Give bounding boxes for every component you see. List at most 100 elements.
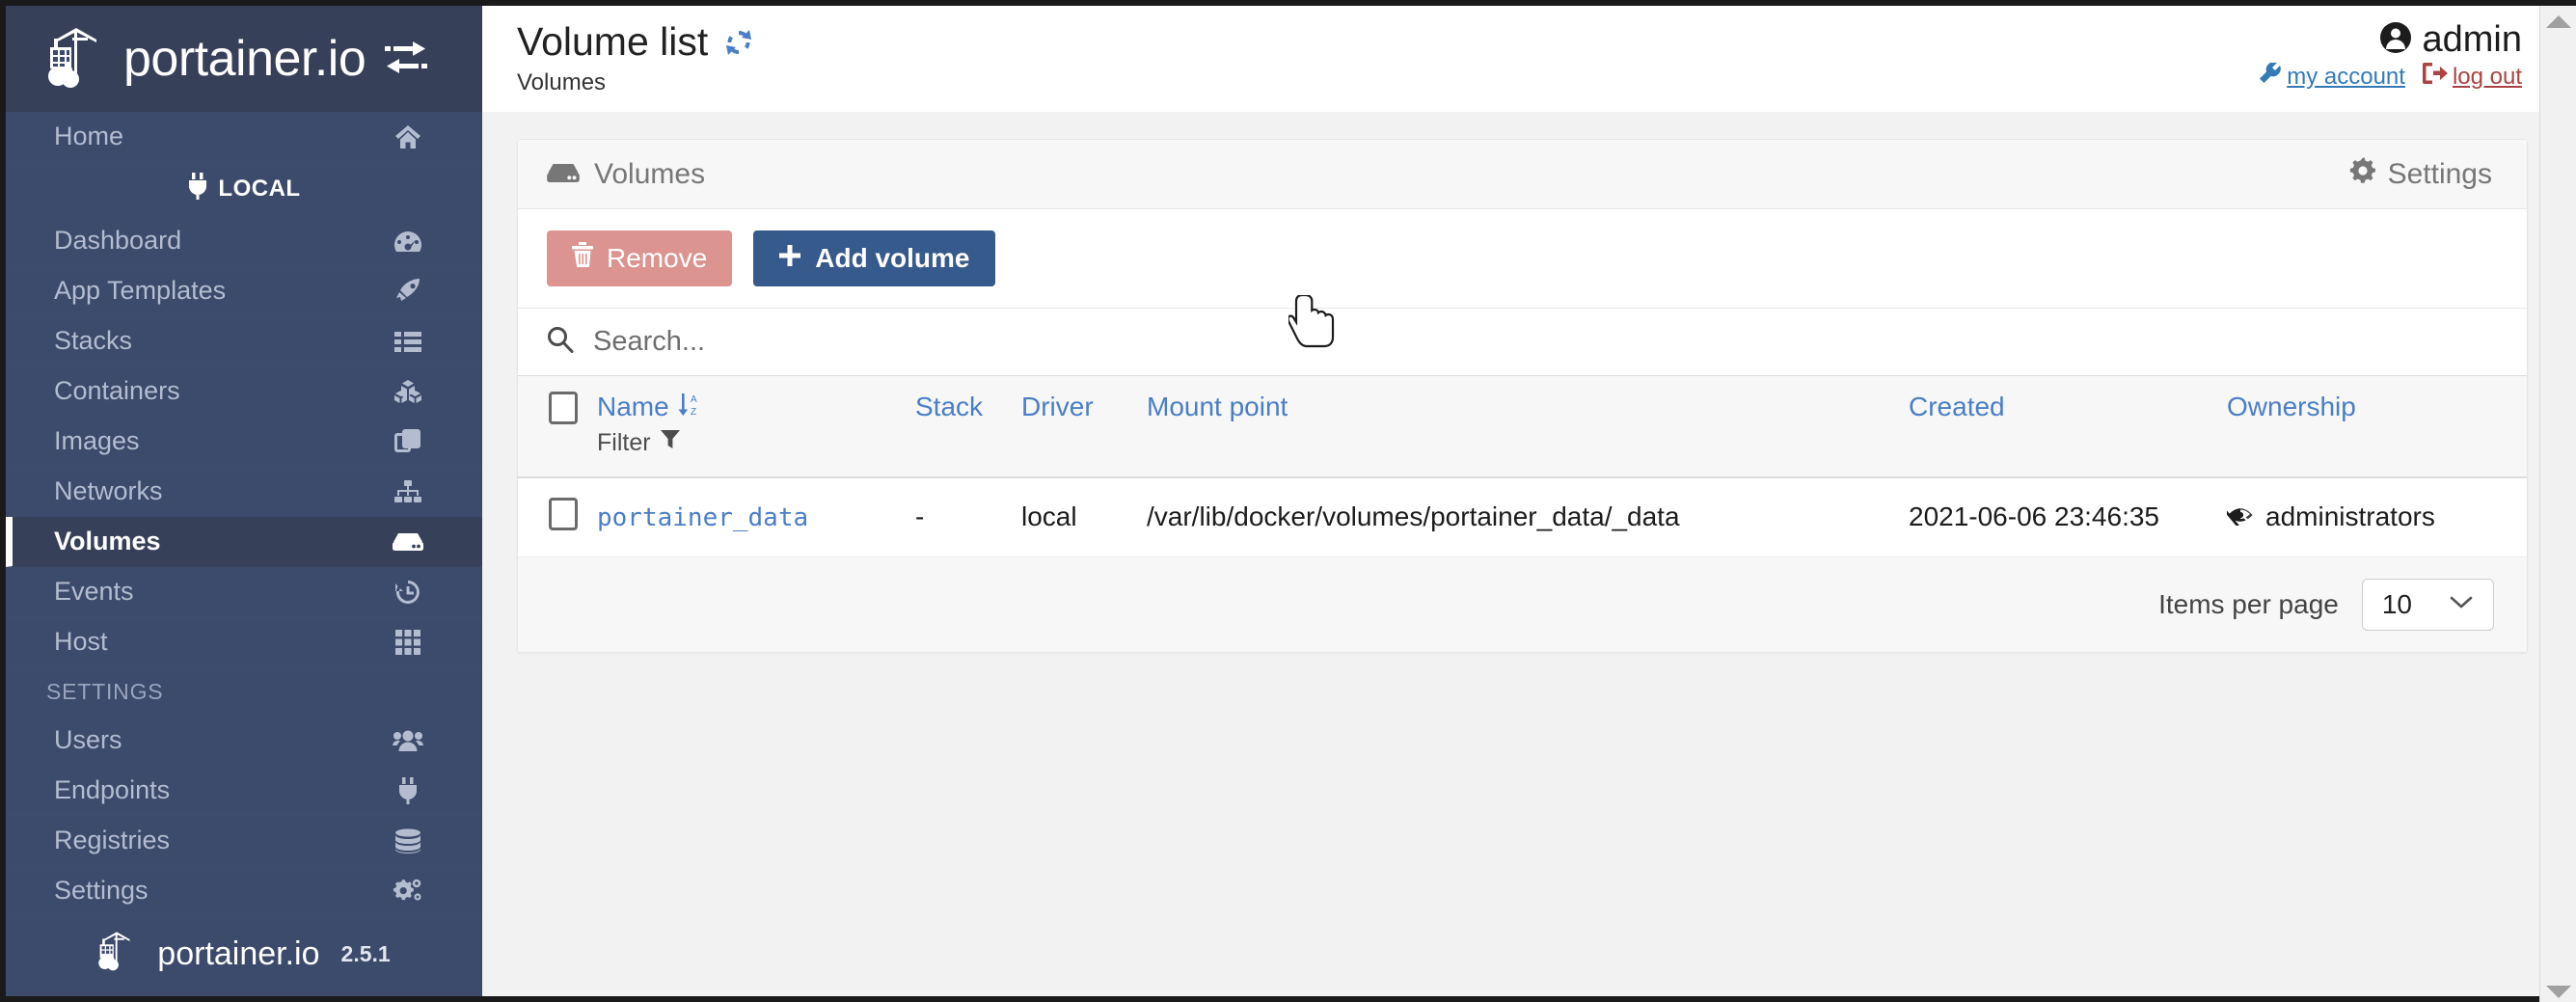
column-header-created[interactable]: Created [1899,375,2217,478]
user-row: admin [2378,19,2522,61]
plug-icon [392,776,424,804]
sidebar-item-volumes[interactable]: Volumes [6,517,482,567]
sidebar-item-stacks[interactable]: Stacks [6,316,482,366]
sidebar-item-host[interactable]: Host [6,617,482,667]
panel-settings-link[interactable]: Settings [2349,157,2492,192]
select-all-header [518,375,587,478]
sidebar: portainer.io Home LOCAL Dashboard App Te… [6,6,482,996]
sidebar-item-label: Containers [54,376,180,405]
user-circle-icon [2378,20,2413,60]
sidebar-item-label: Volumes [54,527,161,555]
remove-button-label: Remove [607,243,708,273]
table-header-row: Name A Z Filter Stack Driver Mount point… [518,375,2527,478]
sidebar-item-images[interactable]: Images [6,417,482,467]
sidebar-item-label: Host [54,627,108,656]
sidebar-item-label: Users [54,725,122,754]
sidebar-item-networks[interactable]: Networks [6,467,482,517]
rocket-icon [392,278,424,305]
table-row[interactable]: portainer_data - local /var/lib/docker/v… [518,476,2527,557]
items-per-page-select[interactable]: 10 [2361,578,2494,631]
column-header-ownership[interactable]: Ownership [2217,375,2527,478]
panel-settings-label: Settings [2387,157,2492,190]
search-icon [547,326,574,358]
my-account-link[interactable]: my account [2259,62,2405,91]
search-bar[interactable] [518,309,2527,376]
sidebar-item-label: Networks [54,476,163,505]
ownership-label: administrators [2265,501,2435,532]
sidebar-item-label: Dashboard [54,226,182,255]
app-version: 2.5.1 [340,940,391,966]
chevron-down-icon [2449,594,2474,614]
plus-icon [778,242,801,275]
remove-button[interactable]: Remove [547,230,733,286]
svg-text:A: A [691,394,697,405]
column-header-name-label: Name [597,392,669,422]
clone-icon [392,428,424,455]
sign-out-icon [2422,63,2448,91]
svg-text:Z: Z [691,407,696,417]
volume-name-link[interactable]: portainer_data [597,503,808,532]
topbar-right: admin my account log out [2259,19,2537,91]
eye-slash-icon [2220,501,2254,532]
items-per-page-label: Items per page [2158,588,2339,619]
table-body: portainer_data - local /var/lib/docker/v… [518,476,2527,557]
volumes-table: Name A Z Filter Stack Driver Mount point… [518,375,2527,557]
cell-mount-point: /var/lib/docker/volumes/portainer_data/_… [1137,476,1899,557]
content-area: Volumes Settings Remove Add volume Searc… [482,112,2576,996]
column-header-driver[interactable]: Driver [1012,375,1137,478]
panel-title-group: Volumes [547,158,705,191]
column-header-mount-point[interactable]: Mount point [1137,375,1899,478]
sidebar-item-settings[interactable]: Settings [6,866,482,916]
sidebar-item-label: Registries [54,826,171,854]
exchange-toggle-icon[interactable] [383,40,429,78]
sidebar-item-containers[interactable]: Containers [6,366,482,417]
sidebar-item-label: Stacks [54,326,133,355]
volumes-panel: Volumes Settings Remove Add volume Searc… [517,139,2528,653]
sitemap-icon [392,479,424,503]
page-title: Volume list [517,19,709,64]
list-icon [392,330,424,353]
portainer-app: portainer.io Home LOCAL Dashboard App Te… [0,0,2576,1002]
sidebar-section-settings: SETTINGS [6,667,482,716]
filter-label: Filter [597,428,651,456]
home-icon [392,124,424,149]
wrench-icon [2259,62,2282,91]
sidebar-item-users[interactable]: Users [6,716,482,766]
logout-label: log out [2452,63,2522,90]
actions-bar: Remove Add volume [518,209,2527,309]
vertical-scrollbar[interactable] [2539,6,2576,1002]
sidebar-footer: portainer.io 2.5.1 [6,916,482,999]
portainer-logo-icon [46,26,106,92]
scroll-up-arrow-icon[interactable] [2545,15,2571,28]
sidebar-item-endpoints[interactable]: Endpoints [6,766,482,816]
sidebar-item-dashboard[interactable]: Dashboard [6,216,482,266]
sidebar-item-registries[interactable]: Registries [6,816,482,866]
panel-header: Volumes Settings [518,140,2527,209]
column-header-stack[interactable]: Stack [906,375,1012,478]
brand-name: portainer.io [123,31,366,87]
sidebar-item-app-templates[interactable]: App Templates [6,266,482,316]
cell-driver: local [1012,476,1137,557]
refresh-sync-icon[interactable] [723,27,754,58]
portainer-logo-icon [97,931,136,978]
column-header-name[interactable]: Name A Z Filter [587,375,906,478]
sidebar-item-events[interactable]: Events [6,567,482,617]
sidebar-item-home[interactable]: Home [6,112,482,162]
filter-control[interactable]: Filter [597,429,896,457]
logout-link[interactable]: log out [2422,63,2522,91]
plug-icon [187,172,208,206]
sidebar-item-label: Home [54,122,124,150]
page-title-row: Volume list [517,19,754,65]
add-volume-button[interactable]: Add volume [753,230,995,286]
topbar-left: Volume list Volumes [517,19,754,96]
scroll-down-arrow-icon[interactable] [2545,986,2571,998]
sidebar-item-label: Events [54,577,134,606]
database-icon [392,828,424,853]
search-input[interactable] [593,325,2498,358]
sidebar-brand[interactable]: portainer.io [6,6,482,112]
select-all-checkbox[interactable] [549,391,578,424]
gear-icon [2349,157,2376,192]
row-select-cell [518,476,587,557]
breadcrumb[interactable]: Volumes [517,69,754,96]
row-select-checkbox[interactable] [549,497,578,530]
